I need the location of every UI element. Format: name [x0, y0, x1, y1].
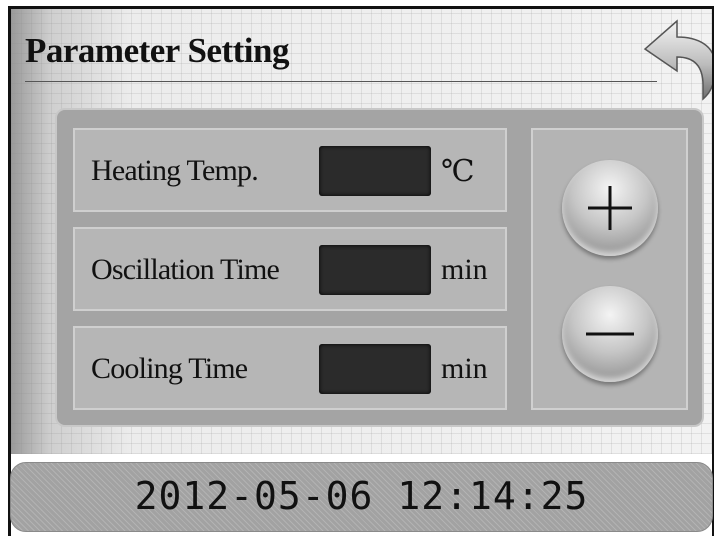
cooling-time-unit: min — [441, 352, 488, 385]
heating-temp-value[interactable] — [319, 146, 431, 196]
heating-temp-row: Heating Temp. ℃ — [73, 128, 507, 212]
parameter-panel: Parameter Setting Heating Temp. ℃ Oscill… — [11, 9, 712, 454]
cooling-time-row: Cooling Time min — [73, 326, 507, 410]
datetime-display: 2012-05-06 12:14:25 — [134, 474, 589, 518]
minus-icon — [586, 332, 634, 336]
title-divider — [25, 81, 657, 82]
oscillation-time-row: Oscillation Time min — [73, 227, 507, 311]
oscillation-time-value[interactable] — [319, 245, 431, 295]
heating-temp-label: Heating Temp. — [91, 154, 259, 187]
settings-group: Heating Temp. ℃ Oscillation Time min Coo… — [55, 108, 704, 427]
back-arrow-icon — [643, 19, 712, 101]
screen-frame: Parameter Setting Heating Temp. ℃ Oscill… — [8, 6, 714, 536]
increase-button[interactable] — [562, 160, 658, 256]
cooling-time-label: Cooling Time — [91, 352, 248, 385]
back-button[interactable] — [641, 9, 712, 101]
adjust-buttons — [531, 128, 688, 410]
heating-temp-unit: ℃ — [441, 155, 475, 188]
oscillation-time-label: Oscillation Time — [91, 253, 280, 286]
oscillation-time-unit: min — [441, 253, 488, 286]
page-title: Parameter Setting — [25, 31, 289, 70]
plus-icon — [588, 186, 632, 230]
decrease-button[interactable] — [562, 286, 658, 382]
status-bar: 2012-05-06 12:14:25 — [10, 462, 713, 532]
cooling-time-value[interactable] — [319, 344, 431, 394]
